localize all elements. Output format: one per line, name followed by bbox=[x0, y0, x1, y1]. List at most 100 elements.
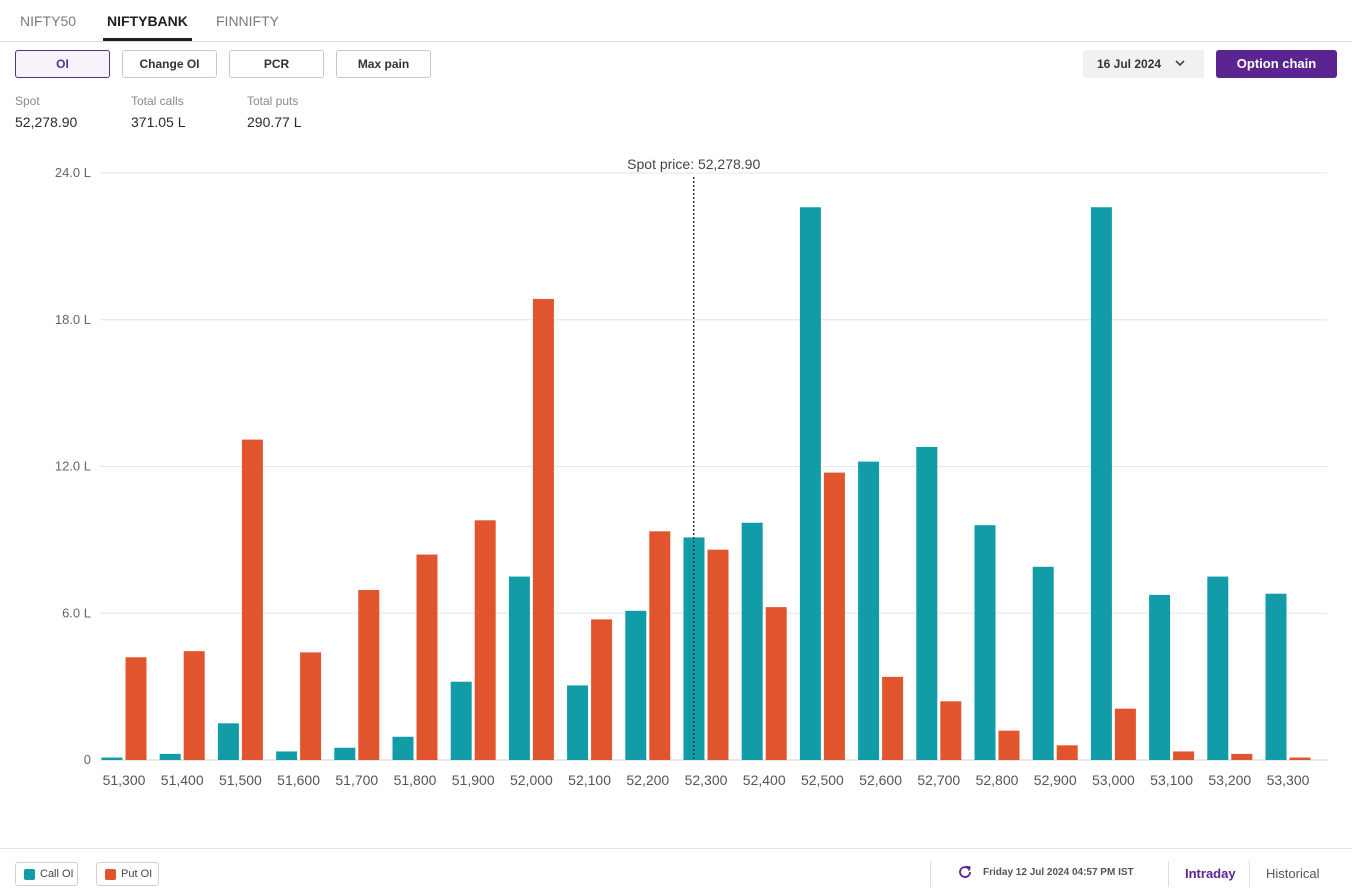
stat-spot: Spot 52,278.90 bbox=[15, 94, 77, 130]
y-tick-label: 6.0 L bbox=[62, 605, 91, 620]
x-tick-label: 52,600 bbox=[859, 772, 902, 788]
stat-total-calls-value: 371.05 L bbox=[131, 114, 186, 130]
x-tick-label: 53,100 bbox=[1150, 772, 1193, 788]
tab-nifty50[interactable]: NIFTY50 bbox=[20, 0, 76, 41]
x-tick-label: 52,100 bbox=[568, 772, 611, 788]
put-oi-bar bbox=[416, 554, 438, 760]
put-oi-bar bbox=[300, 652, 322, 760]
x-tick-label: 52,200 bbox=[626, 772, 669, 788]
divider bbox=[1168, 861, 1169, 887]
put-oi-bar bbox=[1114, 708, 1136, 760]
y-tick-label: 24.0 L bbox=[55, 165, 91, 180]
y-tick-label: 0 bbox=[84, 752, 91, 767]
divider bbox=[1249, 861, 1250, 887]
tab-niftybank[interactable]: NIFTYBANK bbox=[107, 0, 188, 41]
call-oi-bar bbox=[799, 207, 821, 760]
call-oi-bar bbox=[1090, 207, 1112, 760]
x-tick-label: 51,800 bbox=[394, 772, 437, 788]
call-oi-bar bbox=[450, 681, 472, 760]
put-oi-bar bbox=[882, 676, 904, 760]
expiry-date-select[interactable]: 16 Jul 2024 bbox=[1083, 50, 1204, 78]
put-oi-bar bbox=[998, 730, 1020, 760]
y-tick-label: 12.0 L bbox=[55, 459, 91, 474]
call-oi-bar bbox=[741, 522, 763, 760]
call-oi-bar bbox=[101, 757, 123, 760]
stat-spot-label: Spot bbox=[15, 94, 40, 108]
stat-total-puts-label: Total puts bbox=[247, 94, 299, 108]
x-tick-label: 51,700 bbox=[335, 772, 378, 788]
legend-call-oi[interactable]: Call OI bbox=[15, 862, 78, 886]
pcr-button[interactable]: PCR bbox=[229, 50, 324, 78]
x-tick-label: 51,500 bbox=[219, 772, 262, 788]
put-oi-bar bbox=[1173, 751, 1195, 760]
x-tick-label: 51,600 bbox=[277, 772, 320, 788]
x-tick-label: 51,900 bbox=[452, 772, 495, 788]
last-updated-text: Friday 12 Jul 2024 04:57 PM IST bbox=[983, 867, 1134, 878]
put-oi-bar bbox=[125, 657, 147, 760]
put-oi-bar bbox=[532, 298, 554, 760]
x-tick-label: 51,300 bbox=[103, 772, 146, 788]
put-oi-bar bbox=[649, 531, 671, 760]
max-pain-button[interactable]: Max pain bbox=[336, 50, 431, 78]
refresh-icon[interactable] bbox=[957, 864, 973, 880]
expiry-date-value: 16 Jul 2024 bbox=[1097, 57, 1162, 71]
call-oi-bar bbox=[392, 736, 414, 760]
stat-total-puts-value: 290.77 L bbox=[247, 114, 302, 130]
x-tick-label: 53,300 bbox=[1267, 772, 1310, 788]
call-oi-bar bbox=[625, 610, 647, 760]
x-tick-label: 52,900 bbox=[1034, 772, 1077, 788]
x-tick-label: 51,400 bbox=[161, 772, 204, 788]
call-oi-bar bbox=[567, 685, 589, 760]
put-oi-bar bbox=[1056, 745, 1078, 760]
chevron-down-icon bbox=[1174, 50, 1186, 88]
divider bbox=[930, 861, 931, 887]
oi-button[interactable]: OI bbox=[15, 50, 110, 78]
stat-total-puts: Total puts 290.77 L bbox=[247, 94, 302, 130]
legend-call-oi-label: Call OI bbox=[40, 868, 74, 880]
x-tick-label: 52,500 bbox=[801, 772, 844, 788]
active-tab-indicator bbox=[103, 38, 192, 41]
call-oi-bar bbox=[217, 723, 239, 760]
x-tick-label: 52,300 bbox=[685, 772, 728, 788]
change-oi-button[interactable]: Change OI bbox=[122, 50, 217, 78]
call-oi-bar bbox=[916, 446, 938, 760]
put-oi-bar bbox=[591, 619, 613, 760]
put-oi-bar bbox=[358, 590, 380, 760]
x-tick-label: 53,000 bbox=[1092, 772, 1135, 788]
put-oi-bar bbox=[707, 549, 729, 760]
call-oi-bar bbox=[334, 747, 356, 760]
stat-spot-value: 52,278.90 bbox=[15, 114, 78, 130]
x-tick-label: 53,200 bbox=[1208, 772, 1251, 788]
x-tick-label: 52,400 bbox=[743, 772, 786, 788]
chart-footer: Call OI Put OI Friday 12 Jul 2024 04:57 … bbox=[0, 848, 1352, 888]
option-chain-button[interactable]: Option chain bbox=[1216, 50, 1337, 78]
call-oi-bar bbox=[1207, 576, 1229, 760]
oi-bar-chart: 0 6.0 L 12.0 L 18.0 L 24.0 L 51,300 51,400 51,5… bbox=[55, 156, 1327, 788]
call-oi-bar bbox=[974, 525, 996, 760]
call-oi-bar bbox=[1149, 594, 1171, 760]
historical-toggle[interactable]: Historical bbox=[1266, 866, 1319, 881]
call-oi-bar bbox=[1032, 566, 1054, 760]
put-oi-swatch bbox=[105, 869, 116, 880]
put-oi-bar bbox=[474, 520, 496, 760]
put-oi-bar bbox=[241, 439, 263, 760]
tab-finnifty[interactable]: FINNIFTY bbox=[216, 0, 279, 41]
intraday-toggle[interactable]: Intraday bbox=[1185, 866, 1236, 881]
y-tick-label: 18.0 L bbox=[55, 312, 91, 327]
legend-put-oi[interactable]: Put OI bbox=[96, 862, 159, 886]
call-oi-bar bbox=[159, 753, 181, 760]
spot-price-label: Spot price: 52,278.90 bbox=[627, 156, 760, 172]
put-oi-bar bbox=[1289, 757, 1311, 760]
x-tick-label: 52,800 bbox=[976, 772, 1019, 788]
call-oi-bar bbox=[1265, 593, 1287, 760]
put-oi-bar bbox=[1231, 753, 1253, 760]
put-oi-bar bbox=[823, 472, 845, 760]
call-oi-bar bbox=[508, 576, 530, 760]
x-tick-label: 52,700 bbox=[917, 772, 960, 788]
stat-total-calls-label: Total calls bbox=[131, 94, 184, 108]
legend-put-oi-label: Put OI bbox=[121, 868, 153, 880]
put-oi-bar bbox=[183, 651, 205, 760]
call-oi-swatch bbox=[24, 869, 35, 880]
stat-total-calls: Total calls 371.05 L bbox=[131, 94, 186, 130]
put-oi-bar bbox=[940, 701, 962, 760]
